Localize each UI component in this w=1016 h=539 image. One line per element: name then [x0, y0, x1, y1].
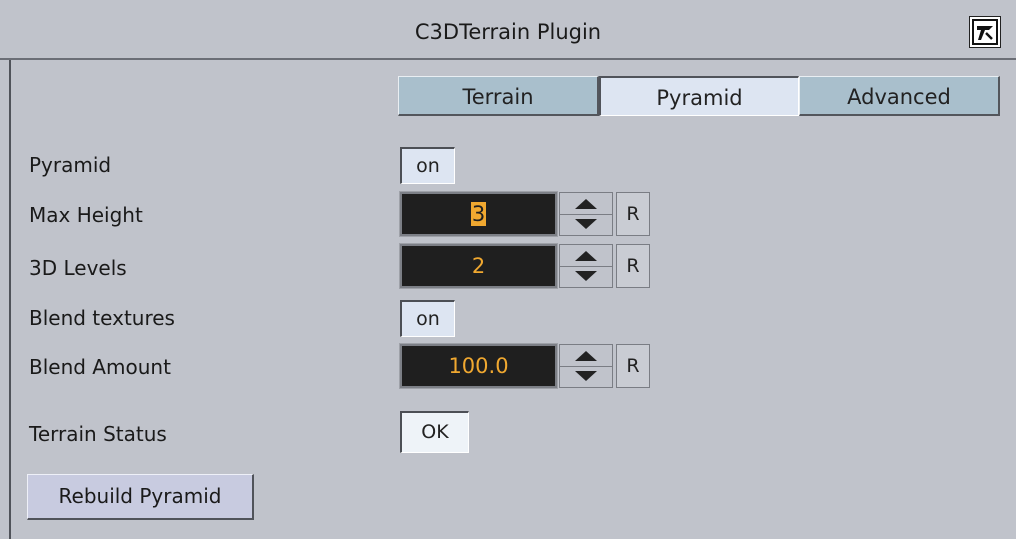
title-bar: C3DTerrain Plugin — [0, 0, 1016, 60]
tab-advanced[interactable]: Advanced — [799, 76, 1000, 116]
blend-amount-label: Blend Amount — [29, 355, 171, 379]
max-height-stepper[interactable] — [559, 192, 613, 236]
blend-amount-stepper[interactable] — [559, 344, 613, 388]
blend-amount-input[interactable]: 100.0 — [399, 343, 558, 389]
arrow-up-icon[interactable] — [560, 345, 612, 366]
arrow-down-icon[interactable] — [560, 366, 612, 388]
max-height-input[interactable]: 3 — [399, 191, 558, 237]
max-height-reset-button[interactable]: R — [616, 192, 650, 236]
3d-levels-stepper[interactable] — [559, 244, 613, 288]
tab-pyramid[interactable]: Pyramid — [599, 76, 799, 116]
terrain-status-label: Terrain Status — [29, 422, 167, 446]
blend-textures-label: Blend textures — [29, 306, 175, 330]
window-title: C3DTerrain Plugin — [414, 20, 602, 44]
blend-textures-toggle[interactable]: on — [400, 300, 455, 337]
arrow-down-icon[interactable] — [560, 266, 612, 288]
terrain-status-badge: OK — [400, 411, 469, 453]
3d-levels-label: 3D Levels — [29, 256, 127, 280]
3d-levels-reset-button[interactable]: R — [616, 244, 650, 288]
3d-levels-input[interactable]: 2 — [399, 243, 558, 289]
arrow-up-icon[interactable] — [560, 193, 612, 214]
arrow-up-icon[interactable] — [560, 245, 612, 266]
plugin-panel — [9, 60, 1016, 539]
tab-terrain[interactable]: Terrain — [398, 76, 599, 116]
pyramid-label: Pyramid — [29, 153, 112, 177]
max-height-value: 3 — [470, 202, 487, 226]
plugin-logo-icon[interactable] — [969, 16, 1001, 48]
blend-amount-reset-button[interactable]: R — [616, 344, 650, 388]
rebuild-pyramid-button[interactable]: Rebuild Pyramid — [27, 474, 254, 520]
pyramid-toggle[interactable]: on — [400, 147, 455, 184]
max-height-label: Max Height — [29, 203, 143, 227]
arrow-down-icon[interactable] — [560, 214, 612, 236]
